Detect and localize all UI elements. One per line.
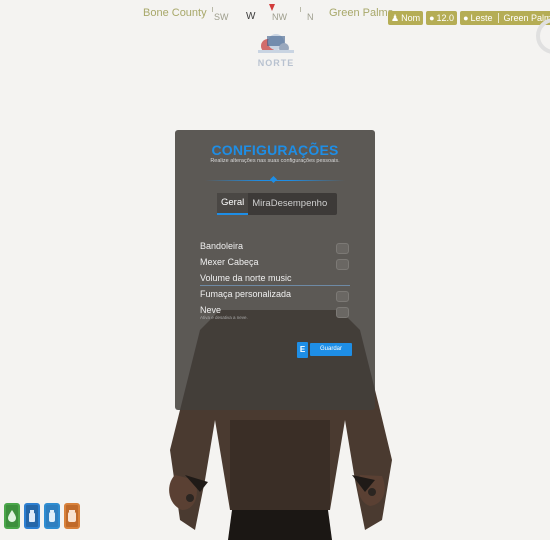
server-logo-icon (258, 34, 294, 53)
neve-toggle[interactable] (336, 307, 349, 318)
mexer-cabeca-toggle[interactable] (336, 259, 349, 270)
option-volume: Volume da norte music (195, 273, 357, 289)
compass-sw: SW (214, 12, 229, 22)
server-logo-text: NORTE (257, 58, 295, 68)
volume-slider[interactable] (200, 285, 350, 286)
compass-location-left: Bone County (143, 7, 207, 19)
settings-tabs: Geral Mira Desempenho (217, 193, 337, 215)
compass-nw: NW (272, 12, 287, 22)
option-label: Fumaça personalizada (200, 289, 292, 299)
settings-panel: CONFIGURAÇÕES Realize alterações nas sua… (175, 130, 375, 410)
option-neve: Neve Ativa e desativa a neve. (195, 305, 357, 321)
compass-n: N (307, 12, 314, 22)
tab-desempenho[interactable]: Desempenho (271, 193, 332, 215)
option-bandoleira: Bandoleira (195, 241, 357, 257)
option-label: Bandoleira (200, 241, 244, 251)
save-button[interactable]: Guardar (310, 343, 352, 356)
option-description: Ativa e desativa a neve. (200, 315, 248, 320)
option-label: Mexer Cabeça (200, 257, 259, 267)
bandoleira-toggle[interactable] (336, 243, 349, 254)
key-hint: E (297, 342, 308, 358)
panel-title: CONFIGURAÇÕES (211, 142, 339, 158)
zone-badge: ● Leste Green Palms (460, 11, 550, 25)
health-icon (4, 503, 20, 529)
option-mexer-cabeca: Mexer Cabeça (195, 257, 357, 273)
divider-diamond-icon (269, 175, 278, 184)
water-icon (44, 503, 60, 529)
mic-icon: ● (429, 13, 435, 23)
compass-location-right: Green Palms (329, 7, 394, 19)
armor-icon (24, 503, 40, 529)
fumaca-toggle[interactable] (336, 291, 349, 302)
option-label: Volume da norte music (200, 273, 292, 283)
server-logo: NORTE (254, 30, 298, 70)
number-badge: ● 12.0 (426, 11, 458, 25)
compass-needle-icon (269, 4, 275, 11)
number-badge-label: 12.0 (436, 13, 455, 23)
direction-label: Leste (470, 13, 493, 23)
name-badge-label: Nom (401, 13, 421, 23)
compass-bar: Bone County SW W NW N Green Palms (140, 4, 400, 26)
person-icon: ♟ (391, 12, 400, 23)
option-label: Neve (200, 305, 222, 315)
panel-subtitle: Realize alterações nas suas configuraçõe… (210, 158, 340, 164)
tab-geral[interactable]: Geral (217, 193, 249, 215)
hud-badges: ♟ Nom ● 12.0 ● Leste Green Palms (388, 11, 550, 25)
food-icon (64, 503, 80, 529)
option-fumaca: Fumaça personalizada (195, 289, 357, 305)
status-icons (4, 503, 80, 529)
pin-icon: ● (463, 13, 469, 23)
compass-w: W (246, 11, 256, 22)
settings-options: Bandoleira Mexer Cabeça Volume da norte … (195, 241, 357, 321)
tab-mira[interactable]: Mira (248, 193, 270, 215)
name-badge: ♟ Nom (388, 11, 424, 25)
